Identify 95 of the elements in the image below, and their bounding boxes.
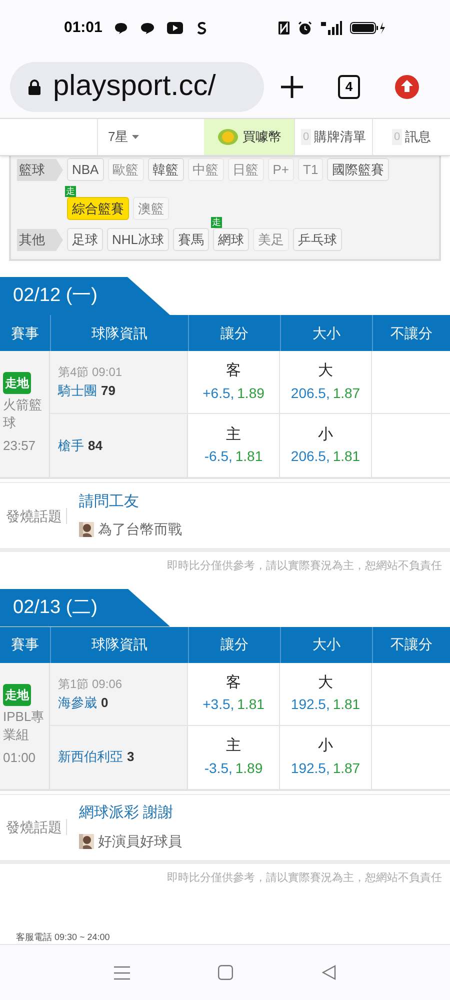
bet-side: 大 — [318, 361, 333, 382]
team-name[interactable]: 海參崴 — [58, 692, 97, 712]
live-badge: 走地 — [3, 684, 31, 706]
column-header: 賽事 — [0, 626, 50, 662]
bet-side: 主 — [226, 424, 241, 445]
disclaimer-text: 即時比分僅供參考，請以實際賽況為主，恕網站不負責任 — [167, 870, 442, 886]
hot-topic-label: 發燒話題 — [0, 508, 67, 524]
category-tab[interactable]: NBA — [67, 158, 104, 181]
chat-bubble-icon — [140, 22, 156, 34]
line-value[interactable]: 192.5, — [290, 758, 330, 779]
bet-side: 客 — [226, 672, 241, 693]
bet-side: 大 — [318, 672, 333, 693]
category-tab[interactable]: 足球 — [67, 228, 103, 251]
column-header: 大小 — [280, 315, 372, 351]
buy-coins-button[interactable]: 買噱幣 — [204, 119, 294, 155]
play-icon — [167, 22, 184, 34]
column-header: 讓分 — [188, 315, 280, 351]
address-bar[interactable]: playsport.cc/ — [10, 62, 264, 112]
line-value[interactable]: 206.5, — [290, 382, 330, 404]
support-hours: 客服電話 09:30 ~ 24:00 — [16, 932, 110, 942]
live-badge: 走 — [65, 186, 76, 197]
column-header: 大小 — [280, 626, 372, 662]
column-header: 賽事 — [0, 315, 50, 351]
url-text: playsport.cc/ — [53, 69, 216, 104]
team-score: 0 — [101, 694, 108, 712]
category-tab[interactable]: 賽馬 — [173, 228, 210, 251]
odds-value[interactable]: 1.87 — [332, 382, 360, 404]
nfc-icon — [278, 21, 290, 35]
odds-value[interactable]: 1.81 — [235, 446, 263, 468]
category-tab[interactable]: 國際籃賽 — [327, 158, 390, 181]
live-badge: 走 — [211, 217, 222, 228]
column-header: 球隊資訊 — [50, 315, 188, 351]
star-level[interactable]: 7星 — [108, 127, 128, 147]
back-icon[interactable] — [322, 965, 336, 980]
team-score: 3 — [127, 748, 134, 766]
new-tab-icon[interactable] — [281, 76, 304, 98]
bet-side: 小 — [318, 424, 333, 445]
topic-title[interactable]: 請問工友 — [79, 490, 182, 514]
odds-value[interactable]: 1.89 — [237, 382, 264, 404]
tab-count[interactable]: 4 — [338, 75, 360, 99]
category-tab[interactable]: 綜合籃賽 — [67, 197, 129, 220]
odds-value[interactable]: 1.89 — [235, 758, 263, 779]
topic-author[interactable]: 好演員好球員 — [98, 830, 182, 852]
odds-value[interactable]: 1.81 — [332, 446, 360, 468]
lock-icon — [28, 79, 41, 95]
odds-value[interactable]: 1.81 — [237, 694, 264, 716]
bet-side: 小 — [318, 736, 333, 756]
game-period: 第1節 09:06 — [58, 676, 124, 693]
category-tab[interactable]: 韓籃 — [148, 158, 184, 181]
disclaimer-text: 即時比分僅供參考，請以實際賽況為主，恕網站不負責任 — [167, 558, 442, 574]
category-label: 其他 — [17, 229, 63, 251]
column-header: 球隊資訊 — [50, 626, 188, 662]
game-time: 23:57 — [3, 437, 37, 456]
team-name[interactable]: 槍手 — [58, 436, 84, 456]
column-header: 不讓分 — [372, 315, 450, 351]
battery-icon — [350, 21, 386, 35]
topic-author[interactable]: 為了台幣而戰 — [98, 519, 182, 540]
team-name[interactable]: 騎士團 — [58, 381, 97, 401]
alarm-icon — [298, 21, 312, 35]
menu-icon[interactable] — [114, 966, 130, 980]
nav-label: 訊息 — [405, 128, 432, 146]
home-icon[interactable] — [218, 965, 234, 980]
nav-label: 購牌清單 — [314, 128, 366, 146]
bet-side: 客 — [226, 361, 241, 382]
coin-icon — [216, 128, 238, 146]
hot-topic-label: 發燒話題 — [0, 819, 67, 835]
category-tab[interactable]: 乒乓球 — [293, 228, 342, 251]
team-score: 79 — [101, 382, 116, 400]
chat-bubble-icon — [114, 22, 128, 34]
status-time: 01:01 — [64, 18, 102, 38]
topic-title[interactable]: 網球派彩 謝謝 — [79, 802, 182, 825]
team-score: 84 — [88, 436, 102, 455]
line-value[interactable]: -6.5, — [204, 446, 232, 468]
line-value[interactable]: 206.5, — [290, 446, 330, 468]
odds-value[interactable]: 1.87 — [332, 758, 360, 779]
league-name: IPBL專業組 — [3, 708, 46, 744]
signal-icon — [320, 21, 342, 35]
game-time: 01:00 — [3, 748, 37, 767]
bet-side: 主 — [226, 736, 241, 756]
category-tab[interactable]: 網球 — [213, 228, 250, 251]
odds-value[interactable]: 1.81 — [332, 694, 360, 716]
upload-icon[interactable] — [394, 75, 419, 99]
caret-icon — [132, 135, 140, 139]
game-period: 第4節 09:01 — [58, 364, 124, 382]
line-value[interactable]: -3.5, — [204, 758, 232, 779]
column-header: 讓分 — [188, 626, 280, 662]
line-value[interactable]: 192.5, — [290, 694, 330, 716]
line-value[interactable]: +3.5, — [202, 694, 234, 716]
league-name: 火箭籃球 — [3, 396, 43, 432]
category-label: 籃球 — [17, 159, 63, 181]
live-badge: 走地 — [3, 372, 31, 394]
line-value[interactable]: +6.5, — [202, 382, 234, 404]
category-tab[interactable]: NHL冰球 — [107, 228, 170, 251]
team-name[interactable]: 新西伯利亞 — [58, 747, 123, 767]
column-header: 不讓分 — [372, 626, 450, 662]
